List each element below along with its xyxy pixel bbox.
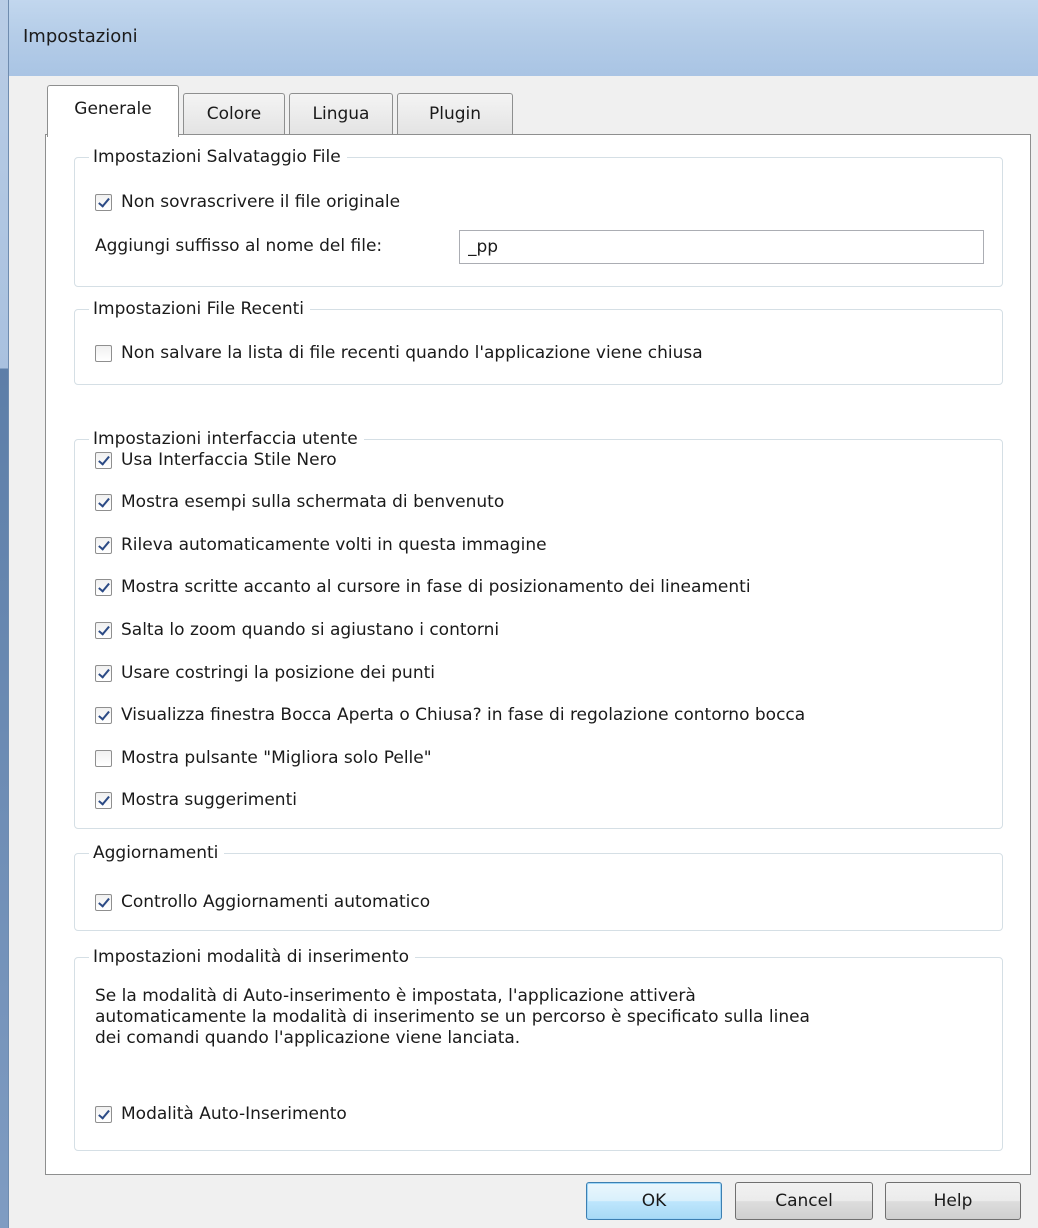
- checkbox-box[interactable]: [95, 791, 112, 809]
- checkbox-box[interactable]: [95, 493, 112, 511]
- tab-lingua[interactable]: Lingua: [289, 93, 393, 135]
- checkbox-skip-zoom[interactable]: Salta lo zoom quando si agiustano i cont…: [95, 618, 499, 642]
- tab-generale[interactable]: Generale: [47, 85, 179, 137]
- group-user-interface: Impostazioni interfaccia utente Usa Inte…: [74, 426, 1003, 829]
- group-recent-files: Impostazioni File Recenti Non salvare la…: [74, 296, 1003, 385]
- checkbox-cursor-hints[interactable]: Mostra scritte accanto al cursore in fas…: [95, 575, 751, 599]
- group-title-insert-mode: Impostazioni modalità di inserimento: [89, 944, 416, 970]
- checkbox-welcome-examples[interactable]: Mostra esempi sulla schermata di benvenu…: [95, 490, 504, 514]
- checkbox-constrain-points[interactable]: Usare costringi la posizione dei punti: [95, 661, 435, 685]
- group-title-recent-files: Impostazioni File Recenti: [89, 296, 310, 322]
- checkbox-box[interactable]: [95, 621, 112, 639]
- checkbox-auto-update-check[interactable]: Controllo Aggiornamenti automatico: [95, 890, 430, 914]
- checkbox-label: Mostra suggerimenti: [121, 790, 297, 810]
- window-title: Impostazioni: [23, 26, 138, 47]
- checkbox-label: Salta lo zoom quando si agiustano i cont…: [121, 620, 500, 640]
- checkbox-label: Controllo Aggiornamenti automatico: [121, 892, 431, 912]
- tab-colore[interactable]: Colore: [183, 93, 285, 135]
- checkbox-no-save-recent[interactable]: Non salvare la lista di file recenti qua…: [95, 341, 703, 365]
- tab-panel-generale: Impostazioni Salvataggio File Non sovras…: [45, 134, 1031, 1175]
- checkbox-label: Mostra pulsante "Migliora solo Pelle": [121, 748, 432, 768]
- checkbox-show-tips[interactable]: Mostra suggerimenti: [95, 788, 297, 812]
- checkbox-skin-only-button[interactable]: Mostra pulsante "Migliora solo Pelle": [95, 746, 432, 770]
- checkbox-label: Visualizza finestra Bocca Aperta o Chius…: [121, 705, 806, 725]
- checkbox-no-overwrite[interactable]: Non sovrascrivere il file originale: [95, 190, 400, 214]
- checkbox-label: Mostra scritte accanto al cursore in fas…: [121, 577, 751, 597]
- checkbox-box[interactable]: [95, 344, 112, 362]
- checkbox-box[interactable]: [95, 578, 112, 596]
- checkbox-label: Rileva automaticamente volti in questa i…: [121, 535, 547, 555]
- checkbox-black-style[interactable]: Usa Interfaccia Stile Nero: [95, 448, 337, 472]
- ok-button[interactable]: OK: [586, 1182, 722, 1220]
- title-bar[interactable]: Impostazioni: [9, 0, 1038, 76]
- group-updates: Aggiornamenti Controllo Aggiornamenti au…: [74, 840, 1003, 931]
- description-line: Se la modalità di Auto-inserimento è imp…: [95, 986, 696, 1006]
- checkbox-label: Mostra esempi sulla schermata di benvenu…: [121, 492, 505, 512]
- checkbox-box[interactable]: [95, 706, 112, 724]
- description-line: automaticamente la modalità di inserimen…: [95, 1007, 810, 1027]
- checkbox-label: Usare costringi la posizione dei punti: [121, 663, 435, 683]
- checkbox-label: Non sovrascrivere il file originale: [121, 192, 401, 212]
- description-line: dei comandi quando l'applicazione viene …: [95, 1028, 521, 1048]
- group-title-updates: Aggiornamenti: [89, 840, 225, 866]
- group-title-file-save: Impostazioni Salvataggio File: [89, 144, 347, 170]
- checkbox-label: Modalità Auto-Inserimento: [121, 1104, 347, 1124]
- checkbox-mouth-window[interactable]: Visualizza finestra Bocca Aperta o Chius…: [95, 703, 805, 727]
- group-insert-mode: Impostazioni modalità di inserimento Se …: [74, 944, 1003, 1151]
- checkbox-box[interactable]: [95, 193, 112, 211]
- checkbox-box[interactable]: [95, 536, 112, 554]
- settings-dialog: Impostazioni Generale Colore Lingua Plug…: [8, 0, 1038, 1228]
- tab-plugin[interactable]: Plugin: [397, 93, 513, 135]
- checkbox-box[interactable]: [95, 451, 112, 469]
- checkbox-auto-insert[interactable]: Modalità Auto-Inserimento: [95, 1102, 347, 1126]
- checkbox-box[interactable]: [95, 664, 112, 682]
- insert-mode-description: Se la modalità di Auto-inserimento è imp…: [95, 986, 995, 1049]
- checkbox-auto-detect-faces[interactable]: Rileva automaticamente volti in questa i…: [95, 533, 547, 557]
- checkbox-box[interactable]: [95, 749, 112, 767]
- checkbox-label: Non salvare la lista di file recenti qua…: [121, 343, 703, 363]
- checkbox-box[interactable]: [95, 893, 112, 911]
- help-button[interactable]: Help: [885, 1182, 1021, 1220]
- checkbox-label: Usa Interfaccia Stile Nero: [121, 450, 337, 470]
- suffix-label: Aggiungi suffisso al nome del file:: [95, 236, 383, 256]
- group-file-save: Impostazioni Salvataggio File Non sovras…: [74, 144, 1003, 287]
- suffix-input[interactable]: [459, 230, 984, 264]
- checkbox-box[interactable]: [95, 1105, 112, 1123]
- cancel-button[interactable]: Cancel: [735, 1182, 873, 1220]
